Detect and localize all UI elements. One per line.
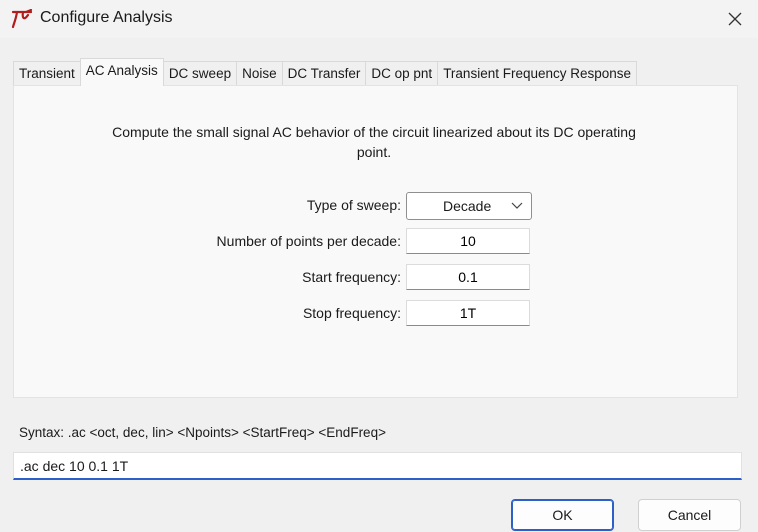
tab-noise[interactable]: Noise <box>236 61 283 86</box>
window-title: Configure Analysis <box>40 9 173 26</box>
ok-button[interactable]: OK <box>511 499 614 531</box>
stop-frequency-input[interactable] <box>406 300 530 326</box>
title-bar: Configure Analysis <box>0 0 758 38</box>
start-frequency-label: Start frequency: <box>302 269 401 285</box>
ac-analysis-panel: Compute the small signal AC behavior of … <box>13 85 738 398</box>
sweep-type-select[interactable]: Decade <box>406 192 532 220</box>
sweep-type-value: Decade <box>443 198 492 214</box>
points-per-decade-input[interactable] <box>406 228 530 254</box>
tab-ac-analysis[interactable]: AC Analysis <box>79 58 164 86</box>
start-frequency-input[interactable] <box>406 264 530 290</box>
ltspice-logo-icon <box>11 9 33 29</box>
tab-dc-transfer[interactable]: DC Transfer <box>281 61 367 86</box>
analysis-description: Compute the small signal AC behavior of … <box>112 124 636 160</box>
tab-transient[interactable]: Transient <box>13 61 81 86</box>
analysis-tabs: Transient AC Analysis DC sweep Noise DC … <box>13 58 638 86</box>
configure-analysis-dialog: Configure Analysis Transient AC Analysis… <box>0 0 758 532</box>
close-icon <box>728 12 742 26</box>
tab-dc-sweep[interactable]: DC sweep <box>162 61 238 86</box>
chevron-down-icon <box>511 202 523 209</box>
spice-command-input[interactable] <box>13 452 742 480</box>
sweep-type-label: Type of sweep: <box>306 197 401 213</box>
stop-frequency-label: Stop frequency: <box>302 305 401 321</box>
cancel-button[interactable]: Cancel <box>638 499 741 531</box>
tab-dc-op-pnt[interactable]: DC op pnt <box>365 61 439 86</box>
points-per-decade-label: Number of points per decade: <box>216 233 401 249</box>
syntax-hint: Syntax: .ac <oct, dec, lin> <Npoints> <S… <box>19 425 386 440</box>
close-button[interactable] <box>712 0 758 38</box>
tab-transient-frequency-response[interactable]: Transient Frequency Response <box>437 61 638 86</box>
